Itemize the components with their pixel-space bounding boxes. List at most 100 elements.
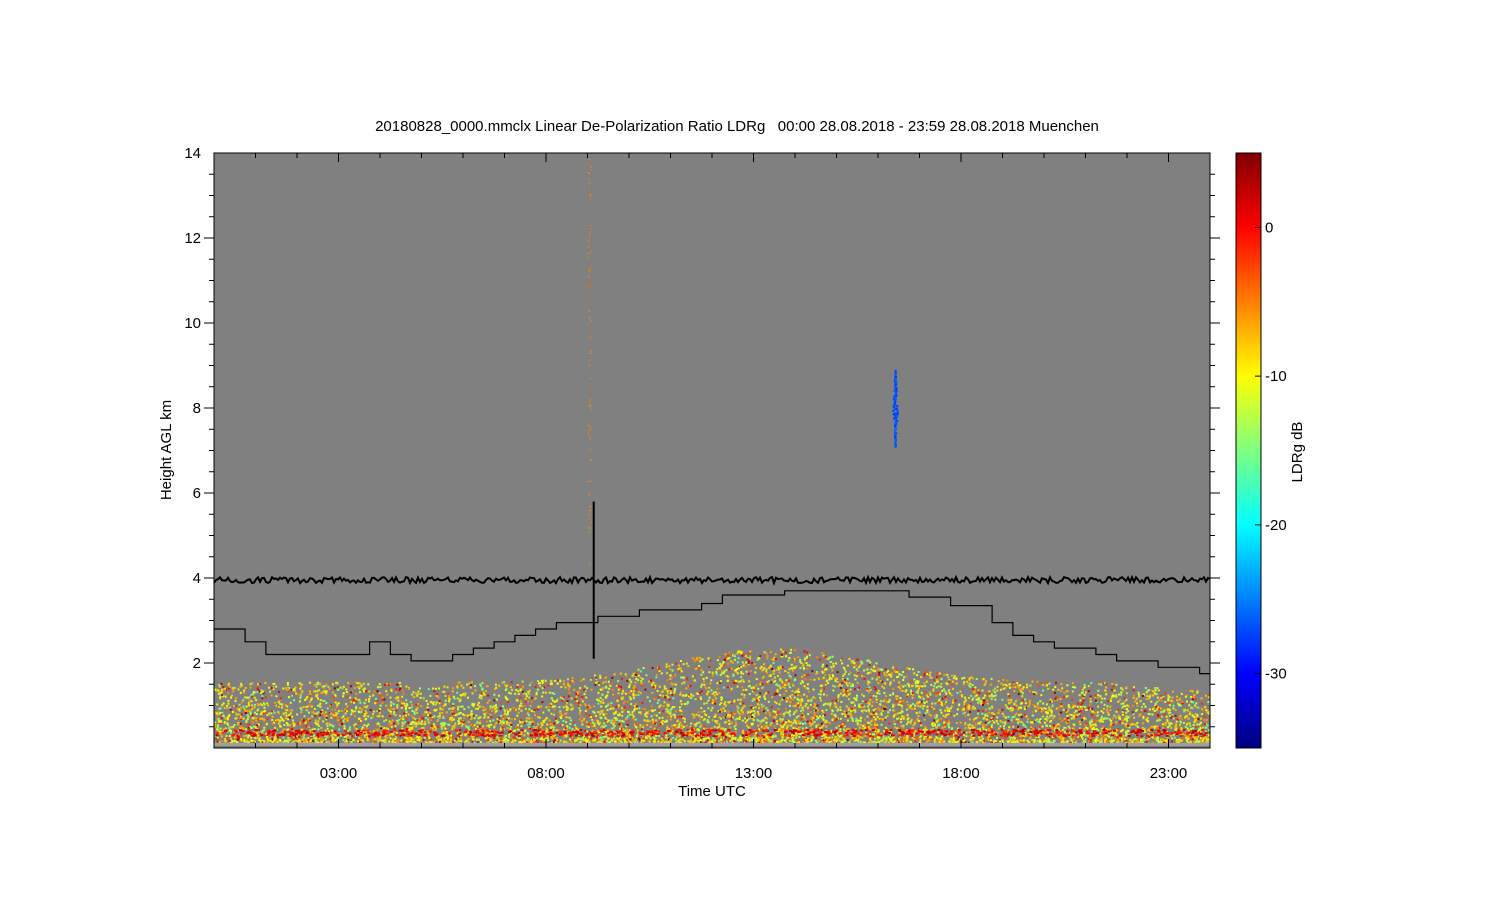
ldr-cell xyxy=(671,729,674,732)
ldr-cell xyxy=(1061,687,1064,690)
ldr-cell xyxy=(310,705,313,708)
ldr-cell xyxy=(334,693,337,696)
ldr-cell xyxy=(755,678,758,681)
ldr-cell xyxy=(590,688,593,691)
ldr-cell xyxy=(942,721,945,724)
ldr-cell xyxy=(462,686,465,689)
ldr-cell xyxy=(790,663,793,666)
ldr-cell xyxy=(456,697,459,700)
ldr-cell xyxy=(580,740,583,743)
ldr-cell xyxy=(373,702,376,705)
ldr-cell xyxy=(914,730,917,733)
ldr-cell xyxy=(917,705,920,708)
ldr-cell xyxy=(404,704,407,707)
ldr-cell xyxy=(623,709,626,712)
ldr-cell xyxy=(476,725,479,728)
ldr-cell xyxy=(332,691,335,694)
ldr-cell xyxy=(338,728,341,731)
ldr-cell xyxy=(339,686,342,689)
ldr-cell xyxy=(1199,740,1202,743)
ldr-cell xyxy=(1115,683,1118,686)
ldr-cell xyxy=(855,717,858,720)
ldr-cell xyxy=(981,737,984,740)
ldr-cell xyxy=(821,670,824,673)
ldr-cell xyxy=(1098,683,1101,686)
ldr-cell xyxy=(832,662,835,665)
ldr-cell xyxy=(510,737,513,740)
ldr-cell xyxy=(414,692,417,695)
ldr-cell xyxy=(261,717,264,720)
ldr-cell xyxy=(778,671,781,674)
ldr-cell xyxy=(742,713,745,716)
ldr-cell xyxy=(1157,698,1160,701)
ldr-cell xyxy=(401,702,404,705)
ldr-cell xyxy=(368,695,371,698)
ldr-cell xyxy=(869,661,872,664)
ldr-cell xyxy=(517,711,520,714)
ldr-cell xyxy=(715,697,718,700)
ldr-cell xyxy=(831,719,834,722)
ldr-cell xyxy=(1132,686,1135,689)
ldr-cell xyxy=(539,681,542,684)
ldr-cell xyxy=(566,678,569,681)
ldr-cell xyxy=(806,664,809,667)
ldr-cell xyxy=(819,693,822,696)
ldr-cell xyxy=(416,693,419,696)
ldr-cell xyxy=(838,739,841,742)
ldr-cell xyxy=(1030,739,1033,742)
ldr-cell xyxy=(278,712,281,715)
ldr-cell xyxy=(1054,697,1057,700)
ldr-cell xyxy=(829,702,832,705)
ldr-cell xyxy=(262,702,265,705)
ldr-cell xyxy=(886,671,889,674)
ldr-cell xyxy=(762,710,765,713)
ldr-cell xyxy=(924,728,927,731)
ldr-cell xyxy=(983,699,986,702)
ldr-cell xyxy=(809,719,812,722)
ldr-cell xyxy=(901,715,904,718)
ldr-cell xyxy=(880,700,883,703)
ldr-cell xyxy=(1049,725,1052,728)
ldr-cell xyxy=(308,701,311,704)
ldr-cell xyxy=(396,683,399,686)
ldr-cell xyxy=(562,719,565,722)
ldr-cell xyxy=(742,672,745,675)
ldr-cell xyxy=(648,740,651,743)
ldr-cell xyxy=(348,728,351,731)
ldr-cell xyxy=(584,729,587,732)
ldr-cell xyxy=(916,684,919,687)
ldr-cell xyxy=(590,676,593,679)
ldr-cell xyxy=(929,671,932,674)
ldr-cell xyxy=(889,709,892,712)
ldr-cell xyxy=(466,683,469,686)
ldr-cell xyxy=(744,737,747,740)
ldr-cell xyxy=(816,709,819,712)
ldr-cell xyxy=(1189,690,1192,693)
ldr-cell xyxy=(870,696,873,699)
ldr-cell xyxy=(906,718,909,721)
ldr-cell xyxy=(668,698,671,701)
ldr-cell xyxy=(674,687,677,690)
ldr-cell xyxy=(1019,713,1022,716)
ldr-cell xyxy=(944,715,947,718)
ldr-cell xyxy=(553,708,556,711)
ldr-cell xyxy=(650,715,653,718)
ldr-cell xyxy=(1173,736,1176,739)
ldr-cell xyxy=(898,700,901,703)
ldr-cell xyxy=(744,655,747,658)
ldr-cell xyxy=(725,739,728,742)
ldr-cell xyxy=(268,713,271,716)
ldr-cell xyxy=(1001,698,1004,701)
ldr-cell xyxy=(829,660,832,663)
ldr-cell xyxy=(754,733,757,736)
ldr-cell xyxy=(493,737,496,740)
ldr-cell xyxy=(806,707,809,710)
ldr-cell xyxy=(493,712,496,715)
ldr-cell xyxy=(885,726,888,729)
ldr-cell xyxy=(534,714,537,717)
ldr-cell xyxy=(419,692,422,695)
ldr-cell xyxy=(1195,706,1198,709)
ldr-cell xyxy=(507,738,510,741)
ldr-cell xyxy=(655,676,658,679)
ldr-cell xyxy=(905,675,908,678)
